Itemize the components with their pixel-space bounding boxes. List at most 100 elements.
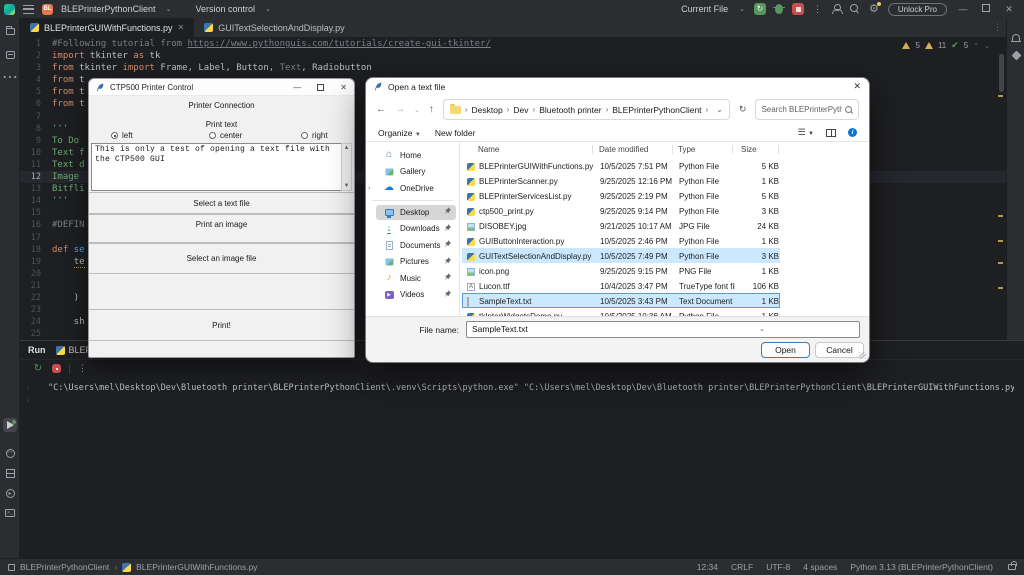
add-user-icon[interactable] [831,4,843,14]
dialog-close-icon[interactable]: ✕ [853,81,861,92]
column-name[interactable]: Name [478,145,499,154]
select-text-file-button[interactable]: Select a text file [89,192,354,214]
up-icon[interactable]: ↑ [429,104,434,115]
address-dropdown-icon[interactable]: ⌄ [716,105,723,114]
breadcrumb-item[interactable]: Desktop [472,105,503,115]
warning-marker[interactable] [998,95,1003,97]
sidebar-item-downloads[interactable]: ↓ Downloads [376,221,456,236]
more-actions-icon[interactable]: ⋮ [813,4,822,15]
recent-locations-icon[interactable]: ⌄ [414,106,420,114]
next-problem-icon[interactable]: ⌄ [984,42,990,50]
ai-assistant-icon[interactable] [1009,48,1023,62]
console-output[interactable]: "C:\Users\mel\Desktop\Dev\Bluetooth prin… [48,383,1014,393]
warning-marker[interactable] [998,287,1003,289]
file-row[interactable]: SampleText.txt 10/5/2025 3:43 PM Text Docu… [462,293,780,308]
console-scroll-arrows[interactable]: ↑ ↓ [26,383,30,405]
breadcrumb-item[interactable]: Bluetooth printer [539,105,601,115]
run-tool-icon[interactable] [3,418,17,432]
services-tool-icon[interactable]: ▸ [3,486,17,500]
text-file-content-area[interactable]: This is only a test of opening a text fi… [91,143,352,191]
refresh-icon[interactable]: ↻ [739,104,747,115]
sidebar-item-pictures[interactable]: Pictures [376,254,456,269]
run-panel-title[interactable]: Run [28,345,46,355]
rerun-icon[interactable]: ↻ [32,363,44,375]
status-item[interactable]: 4 spaces [803,562,837,572]
file-row[interactable]: tkInterWidgetsDemo.py10/5/2025 10:36 AMP… [462,308,780,316]
terminal-tool-icon[interactable]: >_ [3,506,17,520]
tk-minimize-button[interactable]: — [293,83,301,92]
expand-chevron-icon[interactable]: › [368,185,370,192]
radio-left[interactable]: left [111,131,133,140]
sidebar-item-desktop[interactable]: Desktop [376,204,456,220]
sidebar-item-home[interactable]: ⌂ Home [376,148,456,163]
tab-options-icon[interactable]: ⋮ [993,22,1006,33]
breadcrumb-item[interactable]: BLEPrinterPythonClient [612,105,701,115]
python-packages-icon[interactable] [3,466,17,480]
print-button[interactable]: Print! [89,309,354,341]
maximize-button[interactable] [979,4,993,14]
code-line[interactable]: #Following tutorial from https://www.pyt… [48,38,1006,50]
file-row[interactable]: icon.png 9/25/2025 9:15 PM PNG File 1 KB [462,263,780,278]
forward-icon[interactable]: → [395,104,405,115]
lock-icon[interactable] [1008,561,1017,570]
tab-bleprintergui[interactable]: BLEPrinterGUIWithFunctions.py ✕ [20,18,195,37]
stop-icon[interactable] [52,364,61,373]
file-row[interactable]: DISOBEY.jpg 9/21/2025 10:17 AM JPG File 24 … [462,218,780,233]
status-item[interactable]: 12:34 [697,562,718,572]
radio-center[interactable]: center [209,131,242,140]
radio-right[interactable]: right [301,131,328,140]
vcs-widget[interactable]: Version control [195,4,255,14]
file-name-input[interactable]: SampleText.txt [466,321,860,338]
warning-marker[interactable] [998,262,1003,264]
warning-marker[interactable] [998,215,1003,217]
sidebar-item-videos[interactable]: ▶ Videos [376,287,456,302]
project-widget-icon[interactable] [8,563,15,571]
search-box[interactable]: Search BLEPrinterPythonCli... [755,99,860,120]
run-options-icon[interactable]: ⋮ [78,363,87,374]
python-console-icon[interactable]: ◠ [3,446,17,460]
warning-marker[interactable] [998,240,1003,242]
column-size[interactable]: Size [741,145,757,154]
file-row[interactable]: ctp500_print.py 9/25/2025 9:14 PM Python F… [462,203,780,218]
breadcrumb-item[interactable]: Dev [513,105,528,115]
inspections-widget[interactable]: 5 11 ✔ 5 ⌃ ⌄ [902,40,990,51]
file-row[interactable]: GUITextSelectionAndDisplay.py 10/5/2025 7… [462,248,780,263]
dialog-titlebar[interactable]: Open a text file ✕ [366,78,869,95]
status-item[interactable]: CRLF [731,562,753,572]
file-row[interactable]: BLEPrinterGUIWithFunctions.py 10/5/2025 7… [462,158,780,173]
new-folder-button[interactable]: New folder [435,128,476,138]
help-info-icon[interactable]: i [848,128,857,137]
sidebar-item-onedrive[interactable]: › ☁ OneDrive [368,181,456,196]
back-icon[interactable]: ← [376,104,386,115]
status-item[interactable]: Python 3.13 (BLEPrinterPythonClient) [850,562,993,572]
tk-titlebar[interactable]: CTP500 Printer Control — ✕ [89,79,354,96]
status-project[interactable]: BLEPrinterPythonClient [20,562,109,572]
preview-pane-icon[interactable] [826,128,836,137]
unlock-pro-button[interactable]: Unlock Pro [887,2,947,16]
more-tools-icon[interactable]: ⋯ [2,69,18,86]
view-mode-button[interactable]: ☰ ▼ [798,127,814,138]
minimize-button[interactable]: — [956,4,970,14]
stop-button[interactable] [792,3,804,15]
rerun-button[interactable]: ↻ [754,3,766,15]
tab-close-icon[interactable]: ✕ [178,23,185,32]
column-date[interactable]: Date modified [599,145,648,154]
sidebar-item-documents[interactable]: Documents [376,238,456,253]
status-file[interactable]: BLEPrinterGUIWithFunctions.py [136,562,257,572]
tk-maximize-button[interactable] [317,83,325,91]
file-row[interactable]: BLEPrinterScanner.py 9/25/2025 12:16 PM Py… [462,173,780,188]
project-name[interactable]: BLEPrinterPythonClient [61,4,156,14]
open-button[interactable]: Open [761,342,810,358]
structure-tool-icon[interactable] [3,48,17,62]
column-type[interactable]: Type [678,145,695,154]
tab-guitextselection[interactable]: GUITextSelectionAndDisplay.py [194,18,354,37]
file-row[interactable]: A Lucon.ttf 10/4/2025 3:47 PM TrueType font… [462,278,780,293]
organize-menu[interactable]: Organize ▼ [378,128,421,138]
tk-close-button[interactable]: ✕ [340,83,347,92]
run-config-selector[interactable]: Current File [681,4,728,14]
status-item[interactable]: UTF-8 [766,562,790,572]
sidebar-item-music[interactable]: ♪ Music [376,271,456,286]
cancel-button[interactable]: Cancel [815,342,864,358]
search-everywhere-icon[interactable] [850,4,860,14]
code-line[interactable]: from tkinter import Frame, Label, Button… [48,62,1006,74]
